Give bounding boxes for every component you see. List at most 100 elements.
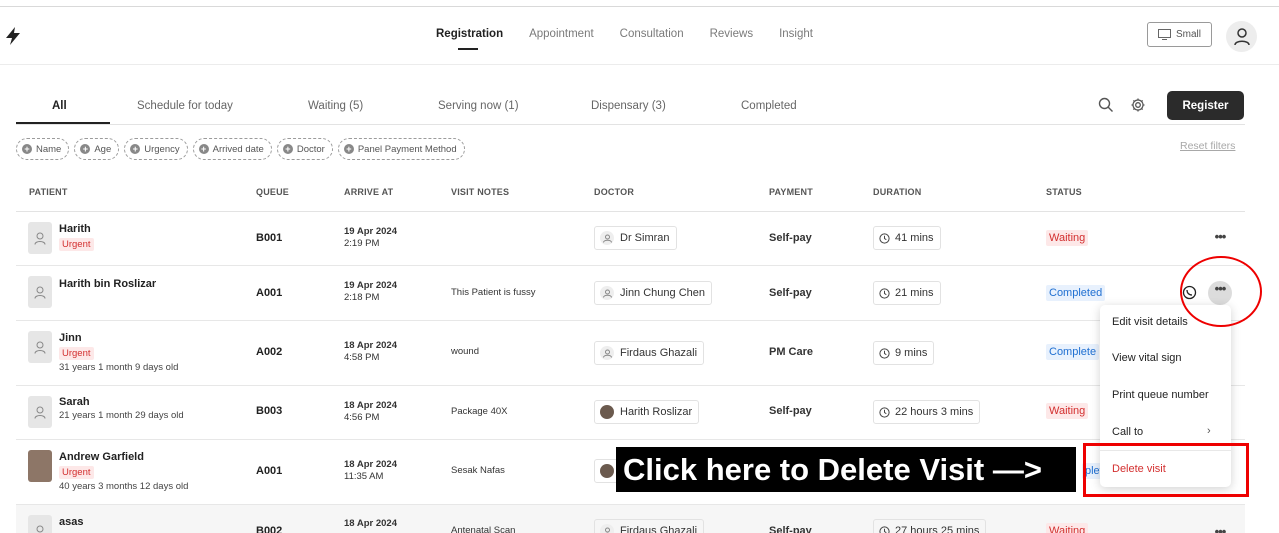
table-header: PATIENT QUEUE ARRIVE AT VISIT NOTES DOCT… bbox=[16, 178, 1245, 212]
gear-icon[interactable] bbox=[1130, 97, 1146, 113]
reset-filters-link[interactable]: Reset filters bbox=[1180, 140, 1235, 152]
display-size-button[interactable]: Small bbox=[1147, 22, 1212, 47]
duration-chip: 21 mins bbox=[873, 281, 941, 305]
chip-label: Arrived date bbox=[212, 143, 264, 155]
filter-chip-arrived-date[interactable]: + Arrived date bbox=[192, 138, 272, 160]
column-header[interactable]: VISIT NOTES bbox=[451, 187, 509, 197]
user-avatar-button[interactable] bbox=[1226, 21, 1257, 52]
tab-all[interactable]: All bbox=[52, 100, 67, 112]
filter-chip-panel-payment[interactable]: + Panel Payment Method bbox=[337, 138, 465, 160]
patient-name[interactable]: Harith bbox=[59, 223, 91, 235]
filter-chip-age[interactable]: + Age bbox=[74, 138, 120, 160]
patient-age: 21 years 1 month 29 days old bbox=[59, 410, 184, 421]
tab-waiting[interactable]: Waiting (5) bbox=[308, 100, 363, 112]
bolt-logo-icon[interactable] bbox=[4, 26, 22, 46]
table-row[interactable]: Harith Urgent B001 19 Apr 2024 2:19 PM D… bbox=[16, 212, 1245, 266]
highlight-rectangle bbox=[1083, 443, 1249, 497]
visit-notes: wound bbox=[451, 346, 479, 357]
visit-notes: This Patient is fussy bbox=[451, 287, 536, 298]
patient-name[interactable]: asas bbox=[59, 516, 83, 528]
doctor-chip: Firdaus Ghazali bbox=[594, 341, 705, 365]
patient-name[interactable]: Andrew Garfield bbox=[59, 451, 144, 463]
filter-chip-urgency[interactable]: + Urgency bbox=[124, 138, 188, 160]
clock-icon bbox=[879, 406, 890, 418]
patient-name[interactable]: Harith bin Roslizar bbox=[59, 278, 156, 290]
duration-value: 9 mins bbox=[895, 347, 928, 359]
chip-label: Doctor bbox=[296, 143, 325, 155]
nav-reviews[interactable]: Reviews bbox=[710, 28, 753, 40]
nav-consultation[interactable]: Consultation bbox=[620, 28, 684, 40]
monitor-icon bbox=[1157, 29, 1171, 40]
table-row[interactable]: Sarah 21 years 1 month 29 days old B003 … bbox=[16, 386, 1245, 440]
column-header[interactable]: DOCTOR bbox=[594, 187, 634, 197]
menu-print-queue-number[interactable]: Print queue number bbox=[1112, 389, 1209, 401]
nav-registration[interactable]: Registration bbox=[436, 28, 503, 50]
arrive-date: 19 Apr 2024 bbox=[344, 280, 397, 291]
status-badge: Waiting bbox=[1046, 403, 1089, 419]
search-icon[interactable] bbox=[1098, 97, 1114, 113]
highlight-circle bbox=[1180, 256, 1262, 327]
arrive-time: 4:58 PM bbox=[344, 352, 380, 363]
user-icon bbox=[1233, 27, 1250, 45]
doctor-name: Harith Roslizar bbox=[620, 406, 693, 418]
queue-number: B001 bbox=[256, 232, 283, 244]
menu-view-vital-sign[interactable]: View vital sign bbox=[1112, 352, 1182, 364]
patient-avatar bbox=[28, 276, 52, 308]
user-icon bbox=[36, 525, 44, 532]
tab-completed[interactable]: Completed bbox=[741, 100, 797, 112]
column-header[interactable]: STATUS bbox=[1046, 187, 1082, 197]
menu-call-to[interactable]: Call to bbox=[1112, 426, 1143, 438]
table-row[interactable]: Jinn Urgent 31 years 1 month 9 days old … bbox=[16, 321, 1245, 386]
column-header[interactable]: ARRIVE AT bbox=[344, 187, 393, 197]
tab-schedule-today[interactable]: Schedule for today bbox=[137, 100, 233, 112]
clock-icon bbox=[879, 232, 890, 244]
plus-icon: + bbox=[198, 144, 209, 154]
plus-icon: + bbox=[80, 144, 91, 154]
chevron-right-icon: › bbox=[1207, 425, 1211, 437]
user-icon bbox=[34, 232, 46, 245]
payment-method: Self-pay bbox=[769, 287, 812, 299]
queue-number: A002 bbox=[256, 346, 283, 358]
column-header[interactable]: DURATION bbox=[873, 187, 921, 197]
top-bar: Registration Appointment Consultation Re… bbox=[0, 7, 1279, 65]
nav-insight[interactable]: Insight bbox=[779, 28, 813, 40]
duration-value: 41 mins bbox=[895, 232, 934, 244]
arrive-date: 18 Apr 2024 bbox=[344, 340, 397, 351]
duration-value: 22 hours 3 mins bbox=[895, 406, 974, 418]
column-header[interactable]: QUEUE bbox=[256, 187, 289, 197]
filter-chip-name[interactable]: + Name bbox=[16, 138, 70, 160]
doctor-photo bbox=[600, 464, 614, 478]
doctor-name: Jinn Chung Chen bbox=[620, 287, 706, 299]
tab-dispensary[interactable]: Dispensary (3) bbox=[591, 100, 666, 112]
nav-appointment[interactable]: Appointment bbox=[529, 28, 594, 40]
instruction-callout: Click here to Delete Visit —> bbox=[616, 447, 1076, 492]
chip-label: Age bbox=[94, 143, 112, 155]
payment-method: Self-pay bbox=[769, 232, 812, 244]
more-options-icon[interactable]: ••• bbox=[1211, 230, 1229, 250]
duration-chip: 27 hours 25 mins bbox=[873, 519, 987, 533]
arrive-time: 2:19 PM bbox=[344, 238, 380, 249]
register-button[interactable]: Register bbox=[1167, 91, 1244, 120]
more-options-icon[interactable]: ••• bbox=[1211, 525, 1229, 533]
menu-edit-visit-details[interactable]: Edit visit details bbox=[1112, 316, 1188, 328]
column-header[interactable]: PAYMENT bbox=[769, 187, 813, 197]
queue-number: B002 bbox=[256, 525, 283, 533]
duration-chip: 22 hours 3 mins bbox=[873, 400, 981, 424]
visit-filter-tabs: All Schedule for today Waiting (5) Servi… bbox=[16, 88, 1245, 125]
patient-avatar bbox=[28, 396, 52, 428]
arrive-date: 18 Apr 2024 bbox=[344, 518, 397, 529]
tab-serving-now[interactable]: Serving now (1) bbox=[438, 100, 519, 112]
filter-chip-doctor[interactable]: + Doctor bbox=[276, 138, 333, 160]
column-header[interactable]: PATIENT bbox=[29, 187, 68, 197]
arrive-time: 4:56 PM bbox=[344, 412, 380, 423]
plus-icon: + bbox=[282, 144, 293, 154]
status-badge: Waiting bbox=[1046, 523, 1089, 533]
duration-value: 21 mins bbox=[895, 287, 934, 299]
table-row[interactable]: Harith bin Roslizar A001 19 Apr 2024 2:1… bbox=[16, 266, 1245, 321]
active-tab-indicator bbox=[16, 122, 110, 124]
table-row[interactable]: asas B002 18 Apr 2024 Antenatal Scan Fir… bbox=[16, 505, 1245, 533]
patient-name[interactable]: Sarah bbox=[59, 396, 90, 408]
filter-chips: + Name + Age + Urgency + Arrived date + Docto… bbox=[16, 138, 465, 160]
patient-name[interactable]: Jinn bbox=[59, 332, 82, 344]
doctor-name: Firdaus Ghazali bbox=[620, 347, 698, 359]
